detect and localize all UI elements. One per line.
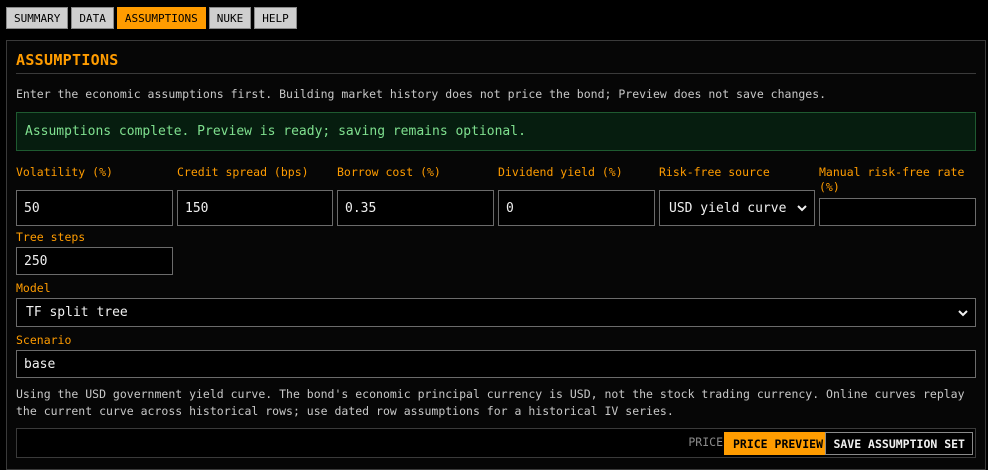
chevron-down-icon	[797, 205, 807, 212]
tree-steps-label: Tree steps	[16, 230, 86, 244]
save-assumption-set-button[interactable]: SAVE ASSUMPTION SET	[825, 432, 973, 455]
status-notice: Assumptions complete. Preview is ready; …	[16, 112, 976, 151]
price-button[interactable]: PRICE	[688, 435, 723, 449]
manual-risk-free-label-line2: (%)	[819, 180, 840, 194]
model-select[interactable]: TF split tree	[16, 298, 976, 327]
chevron-down-icon	[958, 309, 968, 316]
tree-steps-input[interactable]: 250	[16, 247, 173, 275]
tab-assumptions[interactable]: ASSUMPTIONS	[116, 7, 206, 29]
model-value: TF split tree	[26, 305, 128, 320]
risk-free-source-label: Risk-free source	[659, 165, 770, 179]
manual-risk-free-label: Manual risk-free rate (%)	[819, 165, 964, 195]
model-label: Model	[16, 281, 51, 295]
manual-risk-free-label-line1: Manual risk-free rate	[819, 165, 965, 179]
tab-summary[interactable]: SUMMARY	[6, 7, 69, 29]
credit-spread-label: Credit spread (bps)	[177, 165, 309, 179]
risk-free-source-select[interactable]: USD yield curve	[659, 190, 815, 226]
price-preview-button[interactable]: PRICE PREVIEW	[723, 432, 832, 455]
action-bar: PRICE PRICE PREVIEW SAVE ASSUMPTION SET	[16, 428, 976, 458]
scenario-label: Scenario	[16, 333, 72, 347]
panel-title: ASSUMPTIONS	[16, 51, 119, 69]
title-divider	[16, 73, 976, 74]
volatility-input[interactable]: 50	[16, 190, 173, 226]
tab-bar: SUMMARY DATA ASSUMPTIONS NUKE HELP	[6, 7, 297, 29]
tab-nuke[interactable]: NUKE	[208, 7, 252, 29]
dividend-yield-label: Dividend yield (%)	[498, 165, 623, 179]
borrow-cost-label: Borrow cost (%)	[337, 165, 441, 179]
risk-free-source-value: USD yield curve	[669, 200, 787, 216]
tab-help[interactable]: HELP	[254, 7, 297, 29]
volatility-label: Volatility (%)	[16, 165, 113, 179]
tab-data[interactable]: DATA	[71, 7, 114, 29]
dividend-yield-input[interactable]: 0	[498, 190, 655, 226]
assumptions-panel: ASSUMPTIONS Enter the economic assumptio…	[6, 40, 986, 470]
manual-risk-free-input[interactable]	[819, 198, 976, 226]
borrow-cost-input[interactable]: 0.35	[337, 190, 494, 226]
yield-curve-note: Using the USD government yield curve. Th…	[16, 387, 965, 418]
credit-spread-input[interactable]: 150	[177, 190, 333, 226]
scenario-input[interactable]: base	[16, 350, 976, 378]
intro-text: Enter the economic assumptions first. Bu…	[16, 87, 827, 101]
